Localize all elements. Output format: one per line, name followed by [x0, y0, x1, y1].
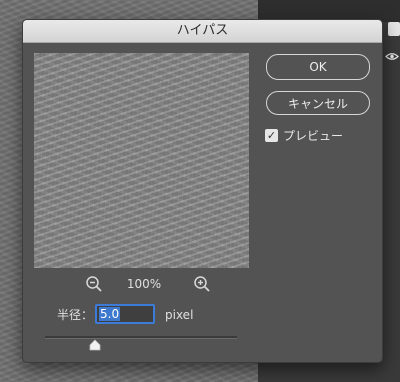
radius-slider-thumb[interactable]: [89, 339, 101, 351]
radius-label: 半径：: [57, 308, 94, 322]
zoom-controls: 100%: [34, 273, 249, 295]
radius-input[interactable]: 5.0: [95, 304, 155, 324]
zoom-level: 100%: [126, 277, 162, 291]
high-pass-dialog: ハイパス 100% OK キャンセル ✓ プレビュー 半径： 5.0 pixel: [22, 19, 383, 363]
document-icon[interactable]: [388, 22, 400, 36]
preview-image[interactable]: [34, 53, 249, 268]
ok-button[interactable]: OK: [266, 54, 370, 80]
cancel-button[interactable]: キャンセル: [266, 91, 370, 115]
radius-unit: pixel: [165, 308, 194, 322]
radius-value: 5.0: [99, 307, 121, 321]
eye-icon[interactable]: [385, 52, 399, 61]
preview-texture: [34, 53, 249, 268]
preview-label: プレビュー: [283, 129, 344, 143]
checkmark-icon[interactable]: ✓: [265, 129, 278, 142]
dialog-title: ハイパス: [23, 20, 382, 43]
zoom-out-icon[interactable]: [85, 275, 103, 293]
radius-slider-track[interactable]: [45, 336, 237, 339]
zoom-in-icon[interactable]: [193, 275, 211, 293]
